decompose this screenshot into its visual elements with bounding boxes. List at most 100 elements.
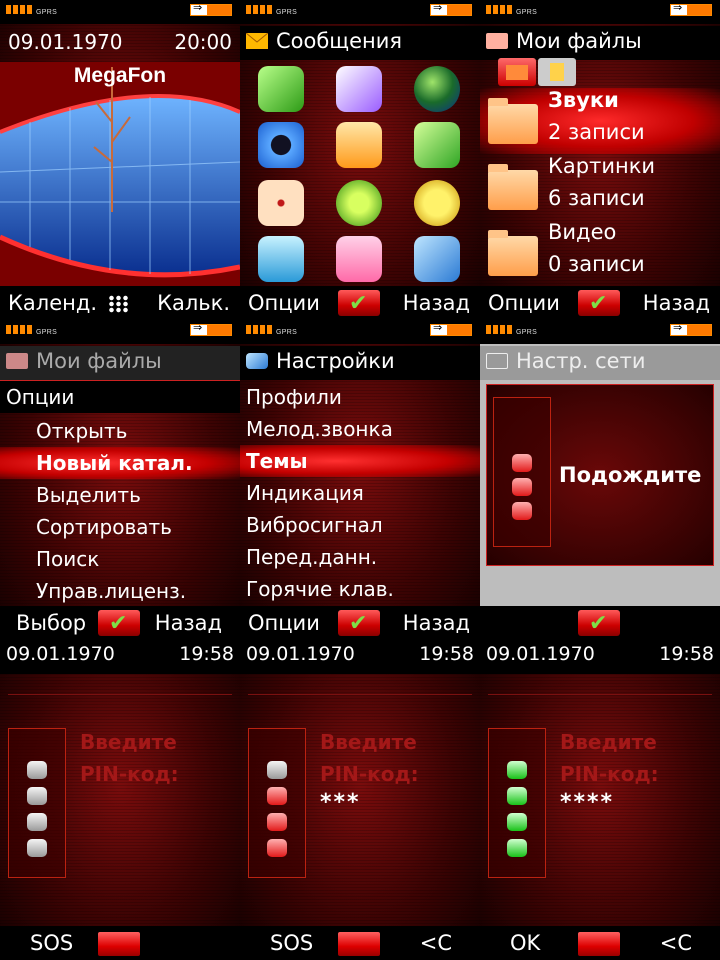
file-manager-folder-icon[interactable] (336, 236, 382, 282)
settings-item[interactable]: Мелод.звонка (240, 413, 480, 445)
settings-wrench-icon[interactable] (414, 236, 460, 282)
ok-check-icon[interactable] (338, 287, 380, 320)
folder-icon (488, 164, 538, 210)
ok-check-icon[interactable] (98, 607, 140, 640)
center-key[interactable] (98, 932, 140, 956)
games-dice-icon[interactable] (258, 180, 304, 226)
settings-item[interactable]: Вибросигнал (240, 509, 480, 541)
wallpaper-image (0, 62, 240, 292)
battery-icon (670, 321, 712, 336)
grid-menu-icon[interactable] (108, 295, 130, 313)
my-files-screen: GPRS Мои файлы Звуки 2 записи Картинки 6… (480, 0, 720, 320)
folder-icon (486, 33, 508, 49)
battery-icon (430, 321, 472, 336)
pin-led (507, 787, 527, 805)
softkey-bar: Опции Назад (240, 606, 480, 640)
wait-message: Подождите (559, 463, 702, 487)
network-header: Настр. сети (480, 346, 720, 380)
option-item-selected[interactable]: Новый катал. (0, 447, 240, 479)
internet-globe-icon[interactable] (414, 66, 460, 112)
pin-date: 09.01.1970 (246, 643, 355, 665)
gprs-indicator: GPRS (36, 329, 58, 336)
signal-strength-icon (246, 5, 274, 14)
clear-softkey[interactable]: <C (660, 926, 692, 960)
tab-memory-card[interactable] (538, 58, 576, 86)
settings-item[interactable]: Индикация (240, 477, 480, 509)
settings-title: Настройки (276, 349, 395, 373)
pin-entered[interactable]: *** (320, 790, 361, 815)
pin-led (27, 787, 47, 805)
file-row-pictures[interactable]: Картинки 6 записи (480, 154, 720, 220)
sos-softkey[interactable]: SOS (270, 926, 313, 960)
pin-entry-screen-empty: 09.01.1970 19:58 Введите PIN-код: SOS (0, 640, 240, 960)
status-bar: GPRS (480, 320, 720, 344)
pin-label-line2: PIN-код: (560, 762, 659, 786)
option-item[interactable]: Открыть (0, 415, 240, 447)
gprs-indicator: GPRS (276, 329, 298, 336)
settings-item[interactable]: Перед.данн. (240, 541, 480, 573)
phonebook-icon[interactable] (258, 66, 304, 112)
calendar-organizer-icon[interactable] (414, 122, 460, 168)
files-header: Мои файлы (0, 346, 240, 380)
left-softkey[interactable]: Опции (488, 286, 560, 320)
network-search-icon (486, 353, 508, 369)
alarm-clock-icon[interactable] (414, 180, 460, 226)
pin-label-line1: Введите (560, 730, 657, 754)
file-row-sounds[interactable]: Звуки 2 записи (480, 88, 720, 154)
left-softkey[interactable]: Выбор (16, 606, 86, 640)
pin-led (267, 761, 287, 779)
center-key[interactable] (578, 932, 620, 956)
status-bar: GPRS (240, 320, 480, 344)
left-softkey[interactable]: Опции (248, 606, 320, 640)
settings-item-selected[interactable]: Темы (240, 445, 480, 477)
option-item[interactable]: Управ.лиценз. (0, 575, 240, 607)
pin-led (267, 787, 287, 805)
center-key[interactable] (338, 932, 380, 956)
tab-phone-memory[interactable] (498, 58, 536, 86)
right-softkey[interactable]: Назад (155, 606, 222, 640)
status-bar: GPRS (240, 0, 480, 24)
pin-led (507, 761, 527, 779)
messaging-envelope-icon[interactable] (336, 122, 382, 168)
settings-item[interactable]: Профили (240, 381, 480, 413)
settings-item[interactable]: Горячие клав. (240, 573, 480, 605)
pin-date: 09.01.1970 (6, 643, 115, 665)
media-player-icon[interactable] (336, 180, 382, 226)
sos-softkey[interactable]: SOS (30, 926, 73, 960)
gprs-indicator: GPRS (516, 9, 538, 16)
operator-name: MegaFon (73, 64, 167, 87)
right-softkey[interactable]: Назад (643, 286, 710, 320)
menu-header: Сообщения (240, 26, 480, 60)
entertainment-box-icon[interactable] (258, 236, 304, 282)
left-softkey[interactable]: Календ. (8, 286, 97, 320)
left-softkey[interactable]: Опции (248, 286, 320, 320)
date-time-bar: 09.01.1970 19:58 (480, 640, 720, 674)
file-row-video[interactable]: Видео 0 записи (480, 220, 720, 286)
file-name: Видео (548, 220, 617, 244)
battery-icon (190, 1, 232, 16)
signal-strength-icon (486, 325, 514, 334)
pin-led (27, 813, 47, 831)
ok-check-icon[interactable] (578, 287, 620, 320)
option-item[interactable]: Выделить (0, 479, 240, 511)
option-item[interactable]: Поиск (0, 543, 240, 575)
media-icon[interactable] (336, 66, 382, 112)
signal-strength-icon (6, 5, 34, 14)
ok-check-icon[interactable] (578, 607, 620, 640)
clear-softkey[interactable]: <C (420, 926, 452, 960)
right-softkey[interactable]: Назад (403, 286, 470, 320)
divider (488, 694, 712, 695)
camera-icon[interactable] (258, 122, 304, 168)
status-bar: GPRS (480, 0, 720, 24)
right-softkey[interactable]: Назад (403, 606, 470, 640)
pin-entered[interactable]: **** (560, 790, 614, 815)
pin-time: 19:58 (179, 643, 234, 665)
ok-softkey[interactable]: OK (510, 926, 540, 960)
right-softkey[interactable]: Кальк. (157, 286, 230, 320)
ok-check-icon[interactable] (338, 607, 380, 640)
pin-led (507, 839, 527, 857)
battery-icon (430, 1, 472, 16)
file-name: Звуки (548, 88, 619, 112)
option-item[interactable]: Сортировать (0, 511, 240, 543)
folder-icon (6, 353, 28, 369)
